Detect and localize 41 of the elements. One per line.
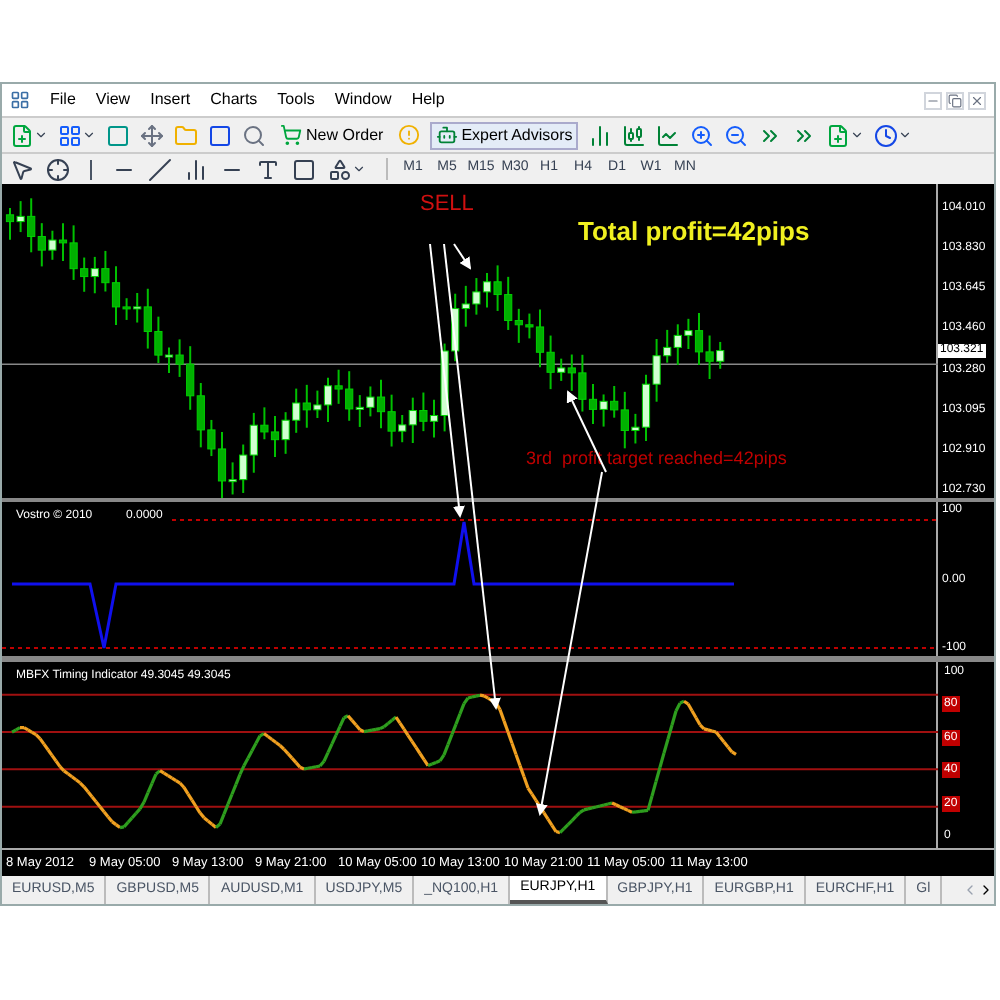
robot-icon [435, 124, 458, 146]
menu-item[interactable]: Tools [277, 88, 315, 112]
move-icon[interactable] [140, 123, 164, 147]
window-icon[interactable] [208, 123, 232, 147]
caret-icon[interactable] [82, 128, 96, 142]
new-order-button[interactable]: New Order [276, 123, 388, 147]
menu-item[interactable]: Window [334, 88, 392, 112]
caret-icon[interactable] [34, 128, 48, 142]
trend-line-icon[interactable] [148, 157, 172, 181]
scroll-right-icon[interactable] [978, 882, 994, 898]
app-icon [10, 90, 30, 110]
zoom-in-icon[interactable] [690, 123, 715, 147]
menu-item[interactable]: Charts [210, 88, 258, 112]
candlestick-icon[interactable] [622, 123, 647, 147]
clock-icon[interactable] [874, 123, 899, 147]
bar-chart-icon[interactable] [588, 123, 613, 147]
caret-icon[interactable] [850, 128, 865, 142]
text-icon[interactable] [256, 157, 280, 181]
vertical-line-icon[interactable] [90, 159, 92, 179]
menu-item[interactable]: Insert [150, 88, 191, 112]
fibonacci-icon[interactable] [184, 157, 208, 181]
caret-icon[interactable] [898, 128, 913, 142]
chart-annotation: Total profit=42pips [578, 218, 810, 244]
cart-icon [280, 124, 302, 146]
line-chart-icon[interactable] [656, 123, 681, 147]
chart-annotation: SELL [420, 194, 474, 216]
menu-item[interactable]: File [50, 88, 76, 112]
restore-icon[interactable] [946, 91, 964, 109]
caret-icon[interactable] [352, 162, 366, 176]
label-icon[interactable] [292, 157, 316, 181]
profiles-icon[interactable] [58, 123, 82, 147]
menu-item[interactable]: Help [411, 88, 445, 112]
zoom-out-icon[interactable] [724, 123, 749, 147]
expert-advisors-button[interactable]: Expert Advisors [429, 121, 579, 149]
shapes-icon[interactable] [328, 157, 352, 181]
cursor-icon[interactable] [10, 157, 34, 181]
search-icon[interactable] [242, 123, 266, 147]
menu-item[interactable]: View [95, 88, 131, 112]
crosshair-icon[interactable] [46, 157, 70, 181]
chart-icon[interactable] [106, 123, 130, 147]
close-icon[interactable] [968, 91, 986, 109]
